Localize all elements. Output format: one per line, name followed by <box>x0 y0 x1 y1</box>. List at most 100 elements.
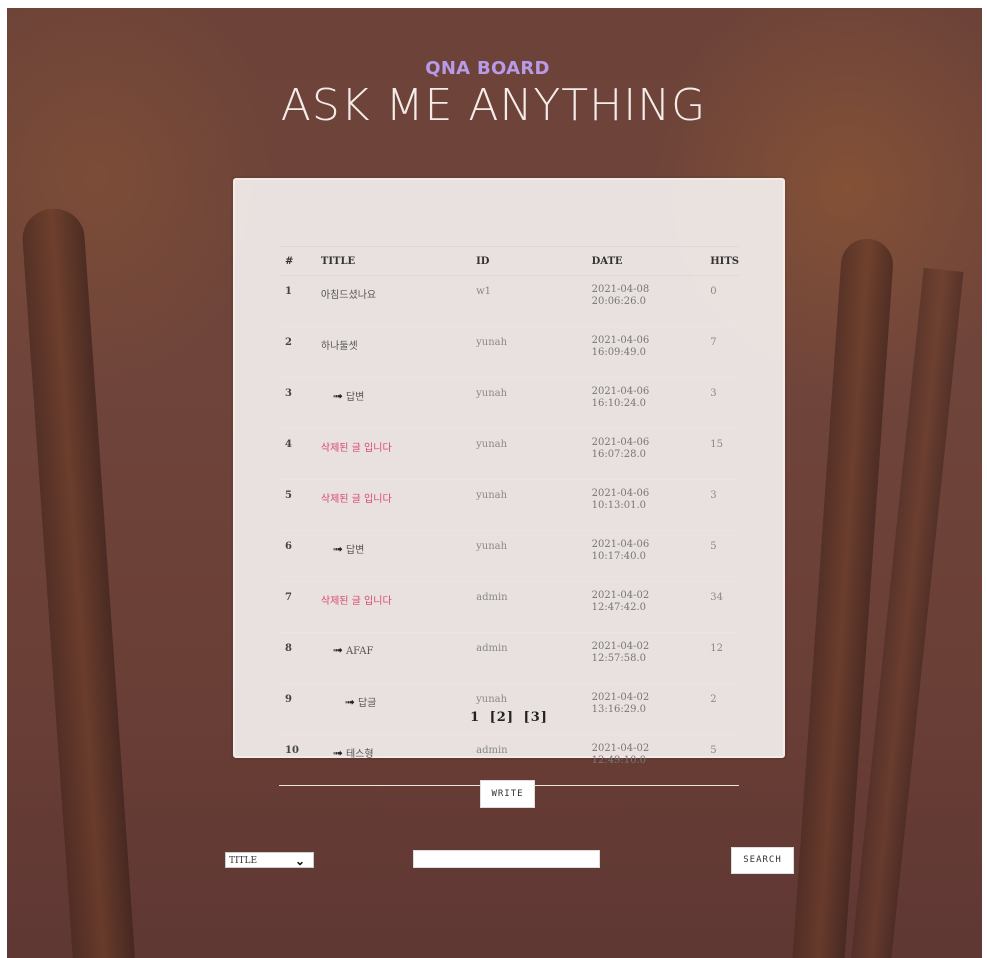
reply-arrow-icon: ➟ <box>344 695 355 709</box>
row-hits: 5 <box>704 530 739 582</box>
row-title-link[interactable]: 아침드셨나요 <box>321 290 376 301</box>
row-date: 2021-04-02 13:16:29.0 <box>585 683 705 735</box>
row-number: 7 <box>279 581 315 633</box>
table-row[interactable]: 7 삭제된 글 입니다 admin 2021-04-02 12:47:42.0 34 <box>279 581 739 633</box>
page-current: 1 <box>470 710 481 725</box>
row-date-time: 12:47:42.0 <box>591 602 647 613</box>
row-hits: 3 <box>704 479 739 531</box>
table-row[interactable]: 3 ➟ 답변 yunah 2021-04-06 16:10:24.0 3 <box>279 377 739 429</box>
search-input[interactable] <box>413 850 600 868</box>
row-number: 1 <box>279 275 315 327</box>
row-author-id: admin <box>470 734 586 786</box>
row-hits: 15 <box>704 428 739 480</box>
search-button[interactable]: SEARCH <box>731 847 794 874</box>
page-link-2[interactable]: [2] <box>490 710 514 725</box>
table-row[interactable]: 5 삭제된 글 입니다 yunah 2021-04-06 10:13:01.0 3 <box>279 479 739 531</box>
row-title-cell: ➟ 답글 <box>314 683 471 735</box>
row-title-link[interactable]: 삭제된 글 입니다 <box>321 443 392 454</box>
table-row[interactable]: 10 ➟ 테스형 admin 2021-04-02 12:49:10.0 5 <box>279 734 739 786</box>
row-title-link[interactable]: 답변 <box>346 545 364 556</box>
row-title-cell: ➟ 답변 <box>314 377 471 429</box>
row-title-cell: 삭제된 글 입니다 <box>314 479 471 531</box>
row-date-day: 2021-04-02 <box>591 743 650 754</box>
row-date-time: 10:17:40.0 <box>591 551 647 562</box>
row-title-cell: 아침드셨나요 <box>314 275 471 327</box>
search-field-selected: TITLE <box>229 856 258 866</box>
row-number: 4 <box>279 428 315 480</box>
row-date: 2021-04-06 10:13:01.0 <box>585 479 705 531</box>
row-title-link[interactable]: 답변 <box>346 392 364 403</box>
row-date-day: 2021-04-06 <box>591 539 650 550</box>
row-hits: 0 <box>704 275 739 327</box>
row-author-id: admin <box>470 581 586 633</box>
row-author-id: yunah <box>470 530 586 582</box>
row-author-id: yunah <box>470 428 586 480</box>
table-row[interactable]: 4 삭제된 글 입니다 yunah 2021-04-06 16:07:28.0 15 <box>279 428 739 480</box>
column-header-id: ID <box>470 246 586 276</box>
row-title-link[interactable]: 삭제된 글 입니다 <box>321 494 392 505</box>
column-header-title: TITLE <box>314 246 471 276</box>
row-date-day: 2021-04-06 <box>591 488 650 499</box>
row-number: 8 <box>279 632 315 684</box>
row-date-time: 10:13:01.0 <box>591 500 647 511</box>
row-author-id: w1 <box>470 275 586 327</box>
row-date-time: 20:06:26.0 <box>591 296 647 307</box>
row-date-time: 16:09:49.0 <box>591 347 647 358</box>
table-row[interactable]: 6 ➟ 답변 yunah 2021-04-06 10:17:40.0 5 <box>279 530 739 582</box>
row-title-cell: ➟ 답변 <box>314 530 471 582</box>
row-author-id: yunah <box>470 326 586 378</box>
row-author-id: admin <box>470 632 586 684</box>
row-title-link[interactable]: 하나둘셋 <box>321 341 358 352</box>
table-row[interactable]: 8 ➟ AFAF admin 2021-04-02 12:57:58.0 12 <box>279 632 739 684</box>
row-date: 2021-04-06 10:17:40.0 <box>585 530 705 582</box>
row-date: 2021-04-06 16:09:49.0 <box>585 326 705 378</box>
row-date: 2021-04-06 16:10:24.0 <box>585 377 705 429</box>
palm-tree-left <box>20 206 136 958</box>
row-number: 2 <box>279 326 315 378</box>
row-date: 2021-04-02 12:47:42.0 <box>585 581 705 633</box>
column-header-date: DATE <box>585 246 705 276</box>
table-row[interactable]: 9 ➟ 답글 yunah 2021-04-02 13:16:29.0 2 <box>279 683 739 735</box>
search-field-select[interactable]: TITLE ⌄ <box>225 852 314 868</box>
row-author-id: yunah <box>470 479 586 531</box>
row-hits: 5 <box>704 734 739 786</box>
page-title: ASK ME ANYTHING <box>280 80 707 131</box>
row-author-id: yunah <box>470 683 586 735</box>
table-header-row: # TITLE ID DATE HITS <box>279 246 739 276</box>
row-date-time: 16:07:28.0 <box>591 449 647 460</box>
pagination: 1 [2] [3] <box>235 710 783 725</box>
row-date-day: 2021-04-02 <box>591 641 650 652</box>
table-row[interactable]: 1 아침드셨나요 w1 2021-04-08 20:06:26.0 0 <box>279 275 739 327</box>
row-hits: 3 <box>704 377 739 429</box>
row-date-day: 2021-04-02 <box>591 590 650 601</box>
row-date: 2021-04-06 16:07:28.0 <box>585 428 705 480</box>
board-subtitle: QNA BOARD <box>425 58 550 79</box>
column-header-number: # <box>279 246 315 276</box>
reply-arrow-icon: ➟ <box>332 643 343 657</box>
row-date-day: 2021-04-08 <box>591 284 650 295</box>
row-hits: 34 <box>704 581 739 633</box>
row-hits: 7 <box>704 326 739 378</box>
row-title-link[interactable]: AFAF <box>346 646 373 657</box>
table-row[interactable]: 2 하나둘셋 yunah 2021-04-06 16:09:49.0 7 <box>279 326 739 378</box>
row-title-link[interactable]: 답글 <box>358 698 376 709</box>
row-number: 9 <box>279 683 315 735</box>
row-title-link[interactable]: 테스형 <box>346 749 374 760</box>
row-title-cell: 삭제된 글 입니다 <box>314 581 471 633</box>
row-title-cell: 하나둘셋 <box>314 326 471 378</box>
reply-arrow-icon: ➟ <box>332 542 343 556</box>
row-number: 5 <box>279 479 315 531</box>
column-header-hits: HITS <box>704 246 739 276</box>
chevron-down-icon: ⌄ <box>294 854 305 868</box>
board-table: # TITLE ID DATE HITS 1 아침드셨나요 w1 2021-04-08… <box>279 246 739 786</box>
row-title-link[interactable]: 삭제된 글 입니다 <box>321 596 392 607</box>
row-title-cell: ➟ 테스형 <box>314 734 471 786</box>
reply-arrow-icon: ➟ <box>332 389 343 403</box>
row-hits: 2 <box>704 683 739 735</box>
page-link-3[interactable]: [3] <box>524 710 548 725</box>
write-button[interactable]: WRITE <box>480 780 535 808</box>
row-date-time: 12:57:58.0 <box>591 653 647 664</box>
row-date: 2021-04-02 12:57:58.0 <box>585 632 705 684</box>
row-hits: 12 <box>704 632 739 684</box>
row-number: 3 <box>279 377 315 429</box>
